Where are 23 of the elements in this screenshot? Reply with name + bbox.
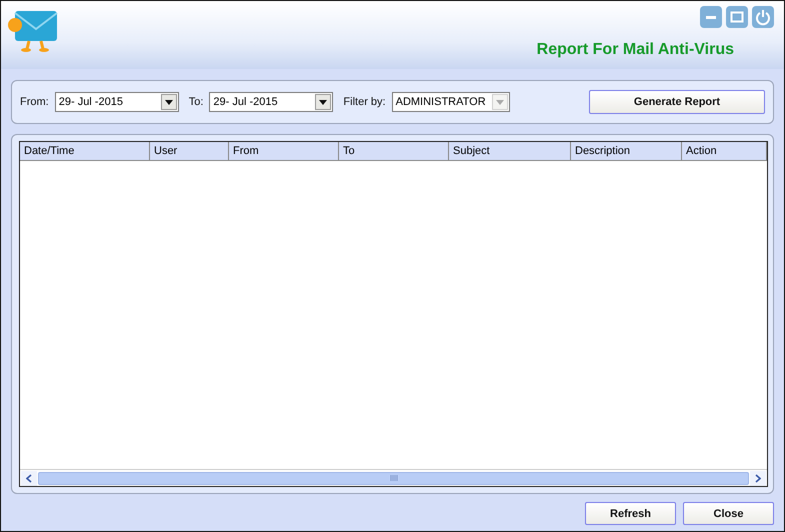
power-icon[interactable] [752,6,774,28]
filter-label: To: [188,96,204,108]
caret-icon [496,100,504,104]
column-header[interactable]: User [150,142,229,160]
column-header[interactable]: Action [682,142,767,160]
column-header[interactable]: Description [571,142,682,160]
caret-icon [319,100,328,104]
window-title: Report For Mail Anti-Virus [536,41,734,59]
grip-icon [390,475,398,481]
caret-icon [164,100,173,104]
maximize-icon[interactable] [726,6,748,28]
dropdown[interactable]: 29- Jul -2015 [54,92,179,112]
minimize-icon[interactable] [700,6,722,28]
footer-button[interactable]: Close [683,502,774,525]
column-header[interactable]: Date/Time [20,142,150,160]
filter-label: Filter by: [343,96,386,108]
column-header[interactable]: To [339,142,449,160]
dropdown[interactable]: 29- Jul -2015 [209,92,334,112]
generate-report-button[interactable]: Generate Report [589,90,765,114]
column-header[interactable]: Subject [449,142,571,160]
column-header[interactable]: From [229,142,339,160]
footer-button[interactable]: Refresh [585,502,676,525]
filter-label: From: [20,96,49,108]
